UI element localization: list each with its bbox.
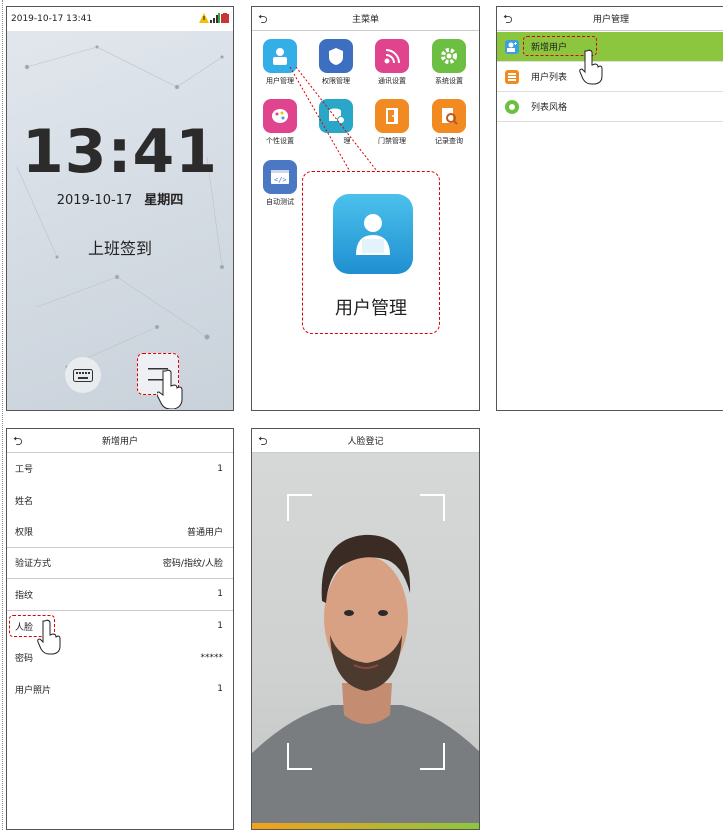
standby-screen: 2019-10-17 13:41 13:41 2019-10-17 星期四 上班签… xyxy=(6,6,234,411)
field-value: 1 xyxy=(217,463,223,474)
field-user-id[interactable]: 工号 1 xyxy=(7,453,233,485)
hand-pointer-icon xyxy=(579,49,603,85)
clock-time: 13:41 xyxy=(22,117,218,187)
zoomed-app-user-management: 用户管理 xyxy=(302,171,440,334)
face-portrait xyxy=(252,494,479,829)
back-icon[interactable]: ⮌ xyxy=(13,432,23,453)
status-bar: 2019-10-17 13:41 xyxy=(7,7,233,31)
date-line: 2019-10-17 星期四 xyxy=(7,189,233,208)
menu-item-label: 用户列表 xyxy=(531,73,568,83)
field-name[interactable]: 姓名 xyxy=(7,485,233,517)
field-value: ***** xyxy=(200,652,224,663)
keyboard-button[interactable] xyxy=(65,357,101,393)
menu-item-add-user[interactable]: 新增用户 xyxy=(497,32,723,62)
back-icon[interactable]: ⮌ xyxy=(503,10,513,31)
field-label: 密码 xyxy=(15,654,34,665)
header: ⮌ 用户管理 xyxy=(497,7,723,31)
field-label: 用户照片 xyxy=(15,685,52,696)
menu-item-user-list[interactable]: 用户列表 xyxy=(497,62,723,92)
hand-pointer-icon xyxy=(37,619,61,655)
menu-list: 新增用户 用户列表 列表风格 xyxy=(497,32,723,122)
keyboard-icon xyxy=(73,368,93,382)
field-user-photo[interactable]: 用户照片 1 xyxy=(7,674,233,706)
user-management-screen: ⮌ 用户管理 新增用户 用户列表 列表风格 xyxy=(496,6,723,411)
user-form: 工号 1 姓名 权限 普通用户 验证方式 密码/指纹/人脸 指纹 1 人脸 1 密码 ***… xyxy=(7,453,233,705)
warning-icon xyxy=(199,13,209,23)
page-title: 用户管理 xyxy=(592,15,629,25)
checkin-status: 上班签到 xyxy=(87,239,152,258)
menu-item-list-style[interactable]: 列表风格 xyxy=(497,92,723,122)
field-fingerprint[interactable]: 指纹 1 xyxy=(7,579,233,611)
field-value: 1 xyxy=(217,589,223,600)
field-value: 普通用户 xyxy=(186,527,223,538)
field-label: 权限 xyxy=(15,527,34,538)
field-label: 工号 xyxy=(15,465,34,476)
user-management-icon xyxy=(333,194,413,274)
list-style-icon xyxy=(505,99,519,114)
camera-preview xyxy=(252,453,479,829)
field-label: 指纹 xyxy=(15,590,34,601)
field-label: 验证方式 xyxy=(15,559,52,570)
field-value: 密码/指纹/人脸 xyxy=(162,559,223,570)
header: ⮌ 新增用户 xyxy=(7,429,233,453)
weekday: 星期四 xyxy=(144,193,184,208)
field-role[interactable]: 权限 普通用户 xyxy=(7,516,233,548)
user-list-icon xyxy=(505,69,519,84)
field-label: 姓名 xyxy=(15,496,34,507)
field-verify-mode[interactable]: 验证方式 密码/指纹/人脸 xyxy=(7,548,233,579)
add-user-icon xyxy=(505,39,519,54)
zoomed-label: 用户管理 xyxy=(335,298,407,319)
hand-pointer-icon xyxy=(157,369,183,409)
face-registration-screen: ⮌ 人脸登记 xyxy=(251,428,480,830)
status-datetime: 2019-10-17 13:41 xyxy=(11,14,93,24)
signal-icon xyxy=(210,13,220,23)
registration-progress-bar xyxy=(252,823,479,829)
back-icon[interactable]: ⮌ xyxy=(258,432,268,453)
left-guide-line xyxy=(2,0,3,830)
page-title: 新增用户 xyxy=(101,437,138,447)
field-value: 1 xyxy=(217,684,223,695)
wallpaper xyxy=(7,7,233,410)
page-title: 人脸登记 xyxy=(347,437,384,447)
network-pattern xyxy=(16,45,225,369)
date: 2019-10-17 xyxy=(56,193,133,208)
battery-icon xyxy=(221,13,229,23)
main-menu-screen: ⮌ 主菜单 用户管理 权限管理 通讯设置 系统设置 个性设置 理 门禁管理 记录… xyxy=(251,6,480,411)
menu-item-label: 列表风格 xyxy=(531,103,568,113)
header: ⮌ 人脸登记 xyxy=(252,429,479,453)
add-user-screen: ⮌ 新增用户 工号 1 姓名 权限 普通用户 验证方式 密码/指纹/人脸 指纹 1 人脸… xyxy=(6,428,234,830)
field-value: 1 xyxy=(217,621,223,632)
